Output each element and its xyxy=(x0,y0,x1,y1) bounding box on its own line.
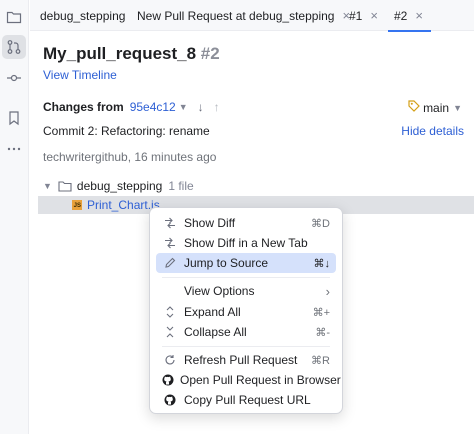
tab-label: #1 xyxy=(349,8,363,23)
next-commit-arrow-icon[interactable]: ↓ xyxy=(198,100,204,114)
tab-pr-2[interactable]: #2 × xyxy=(388,0,431,32)
menu-item-label: Expand All xyxy=(184,305,241,319)
menu-item-open-in-browser[interactable]: Open Pull Request in Browser xyxy=(156,370,341,390)
changes-from-label: Changes from xyxy=(43,100,124,114)
close-icon[interactable]: × xyxy=(415,8,423,23)
pr-number: #2 xyxy=(200,44,220,63)
pull-requests-icon[interactable] xyxy=(2,35,26,59)
commit-author: techwritergithub, 16 minutes ago xyxy=(43,150,217,164)
tab-pr-1[interactable]: #1 × xyxy=(349,0,378,31)
menu-item-shortcut: ⌘R xyxy=(311,354,330,367)
diff-tab-icon xyxy=(162,237,178,249)
menu-item-shortcut: ⌘D xyxy=(311,217,330,230)
menu-item-label: Jump to Source xyxy=(184,256,269,270)
close-icon[interactable]: × xyxy=(370,8,378,23)
diff-icon xyxy=(162,217,178,229)
menu-item-show-diff[interactable]: Show Diff ⌘D xyxy=(156,213,336,233)
chevron-down-icon[interactable]: ▼ xyxy=(179,102,188,112)
chevron-down-icon[interactable]: ▼ xyxy=(43,181,52,191)
menu-item-label: Refresh Pull Request xyxy=(184,353,298,367)
tab-label: #2 xyxy=(394,8,408,23)
menu-separator xyxy=(162,346,330,347)
tab-label: debug_stepping xyxy=(40,8,126,23)
menu-item-view-options[interactable]: View Options › xyxy=(156,281,336,301)
expand-icon xyxy=(162,306,178,318)
javascript-file-icon: JS xyxy=(72,200,82,210)
menu-item-shortcut: ⌘+ xyxy=(312,306,330,319)
hide-details-link[interactable]: Hide details xyxy=(401,124,464,138)
menu-item-label: View Options xyxy=(184,284,255,298)
commit-icon[interactable] xyxy=(2,66,26,90)
menu-separator xyxy=(162,277,330,278)
menu-item-label: Copy Pull Request URL xyxy=(184,393,311,407)
tree-directory-node[interactable]: ▼ debug_stepping 1 file xyxy=(43,179,194,193)
pencil-icon xyxy=(162,257,178,269)
menu-item-label: Collapse All xyxy=(184,325,247,339)
pr-title: My_pull_request_8 xyxy=(43,44,197,63)
page-title: My_pull_request_8 #2 xyxy=(43,44,220,64)
menu-item-refresh-pull-request[interactable]: Refresh Pull Request ⌘R xyxy=(156,350,336,370)
menu-item-collapse-all[interactable]: Collapse All ⌘- xyxy=(156,322,336,342)
menu-item-shortcut: ⌘- xyxy=(315,326,330,339)
editor-tab-bar: debug_stepping New Pull Request at debug… xyxy=(30,0,474,32)
branch-name: main xyxy=(423,100,450,115)
more-icon[interactable] xyxy=(2,137,26,161)
commit-hash-selector[interactable]: 95e4c12 xyxy=(130,100,176,114)
tool-window-strip xyxy=(0,0,29,434)
collapse-icon xyxy=(162,326,178,338)
context-menu: Show Diff ⌘D Show Diff in a New Tab Jump… xyxy=(149,207,343,414)
tab-new-pull-request[interactable]: New Pull Request at debug_stepping × xyxy=(137,0,350,31)
chevron-right-icon: › xyxy=(325,283,330,299)
changes-from-row: Changes from 95e4c12 ▼ ↓ ↑ xyxy=(43,100,220,114)
commit-message: Commit 2: Refactoring: rename xyxy=(43,124,210,138)
refresh-icon xyxy=(162,354,178,366)
previous-commit-arrow-icon[interactable]: ↑ xyxy=(214,100,220,114)
github-icon xyxy=(162,394,178,406)
menu-item-label: Show Diff xyxy=(184,216,236,230)
github-icon xyxy=(162,374,174,386)
menu-item-copy-pull-request-url[interactable]: Copy Pull Request URL xyxy=(156,390,336,410)
project-icon[interactable] xyxy=(2,5,26,29)
tab-debug-stepping[interactable]: debug_stepping xyxy=(40,0,125,31)
menu-item-shortcut: ⌘↓ xyxy=(313,257,331,270)
tag-icon xyxy=(408,100,420,115)
folder-icon xyxy=(58,180,72,193)
branch-selector[interactable]: main ▼ xyxy=(408,100,462,115)
chevron-down-icon: ▼ xyxy=(453,102,462,113)
menu-item-jump-to-source[interactable]: Jump to Source ⌘↓ xyxy=(156,253,336,273)
menu-item-expand-all[interactable]: Expand All ⌘+ xyxy=(156,302,336,322)
file-count: 1 file xyxy=(168,179,194,193)
menu-item-label: Open Pull Request in Browser xyxy=(180,373,341,387)
directory-name: debug_stepping xyxy=(76,179,163,193)
view-timeline-link[interactable]: View Timeline xyxy=(43,68,117,82)
tab-label: New Pull Request at debug_stepping xyxy=(137,8,335,23)
menu-item-label: Show Diff in a New Tab xyxy=(184,236,308,250)
bookmarks-icon[interactable] xyxy=(2,106,26,130)
menu-item-show-diff-new-tab[interactable]: Show Diff in a New Tab xyxy=(156,233,336,253)
